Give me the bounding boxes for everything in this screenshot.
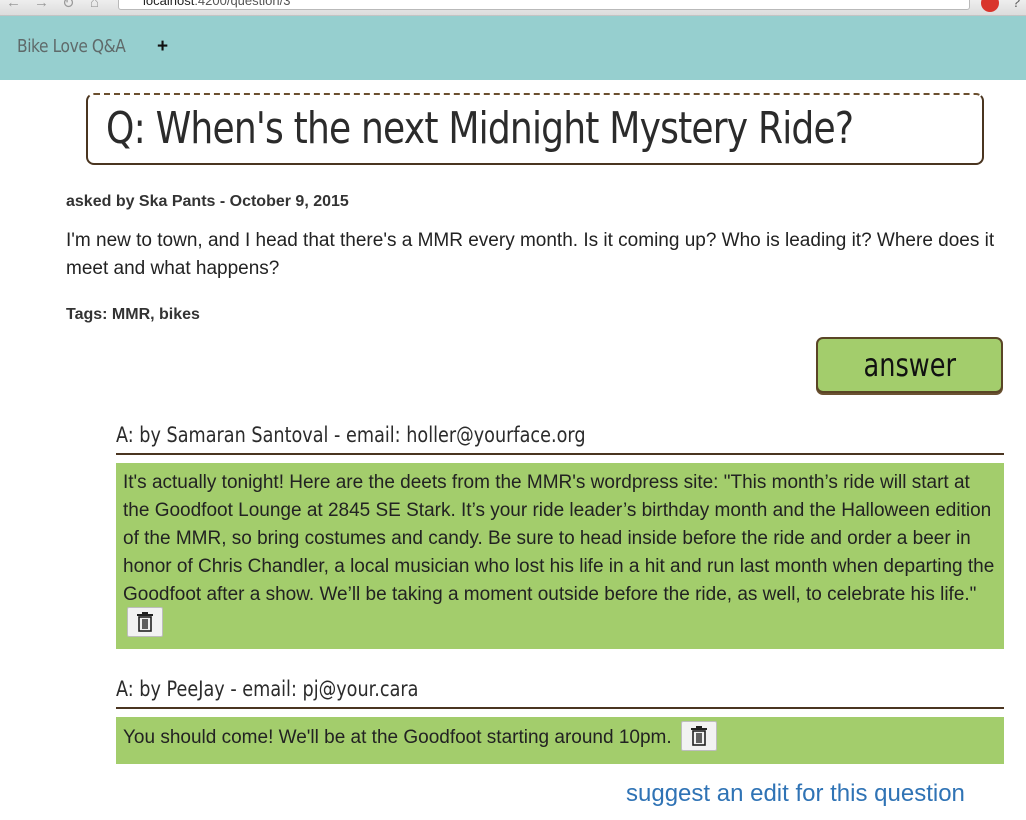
browser-chrome: ← → ↻ ⌂ localhost:4200/question/3 ? bbox=[0, 0, 1026, 16]
question-body: I'm new to town, and I head that there's… bbox=[66, 230, 995, 279]
navbar: Bike Love Q&A + bbox=[0, 16, 1026, 80]
question-title-box: Q: When's the next Midnight Mystery Ride… bbox=[86, 93, 984, 165]
answer-button-label: answer bbox=[863, 346, 956, 384]
question-title: Q: When's the next Midnight Mystery Ride… bbox=[106, 103, 854, 154]
asked-by: asked by Ska Pants - October 9, 2015 bbox=[66, 193, 349, 210]
forward-icon[interactable]: → bbox=[34, 0, 49, 11]
answer-header: A: by PeeJay - email: pj@your.cara bbox=[116, 677, 1004, 709]
url-host: localhost bbox=[143, 0, 195, 8]
answer-text: It's actually tonight! Here are the deet… bbox=[123, 472, 995, 605]
answer-button[interactable]: answer bbox=[816, 337, 1003, 393]
answer-body: It's actually tonight! Here are the deet… bbox=[116, 463, 1004, 649]
answer-header-text: A: by Samaran Santoval - email: holler@y… bbox=[116, 423, 586, 447]
brand-link[interactable]: Bike Love Q&A bbox=[17, 36, 126, 57]
delete-answer-button[interactable] bbox=[680, 721, 717, 751]
url-path: :4200/question/3 bbox=[194, 0, 291, 8]
delete-answer-button[interactable] bbox=[127, 607, 163, 637]
trash-icon bbox=[137, 612, 153, 632]
answer-header-text: A: by PeeJay - email: pj@your.cara bbox=[116, 677, 419, 701]
extension-icon[interactable] bbox=[981, 0, 999, 12]
reload-icon[interactable]: ↻ bbox=[62, 0, 75, 12]
answer-text: You should come! We'll be at the Goodfoo… bbox=[123, 727, 672, 749]
question-tags: Tags: MMR, bikes bbox=[66, 306, 200, 323]
help-icon[interactable]: ? bbox=[1012, 0, 1020, 11]
suggest-edit-link[interactable]: suggest an edit for this question bbox=[626, 780, 965, 808]
answer-header: A: by Samaran Santoval - email: holler@y… bbox=[116, 423, 1004, 455]
add-question-button[interactable]: + bbox=[157, 36, 168, 58]
home-icon[interactable]: ⌂ bbox=[90, 0, 99, 11]
trash-icon bbox=[690, 726, 707, 746]
back-icon[interactable]: ← bbox=[6, 0, 21, 11]
answer-body: You should come! We'll be at the Goodfoo… bbox=[116, 717, 1004, 764]
address-bar[interactable]: localhost:4200/question/3 bbox=[118, 0, 970, 10]
